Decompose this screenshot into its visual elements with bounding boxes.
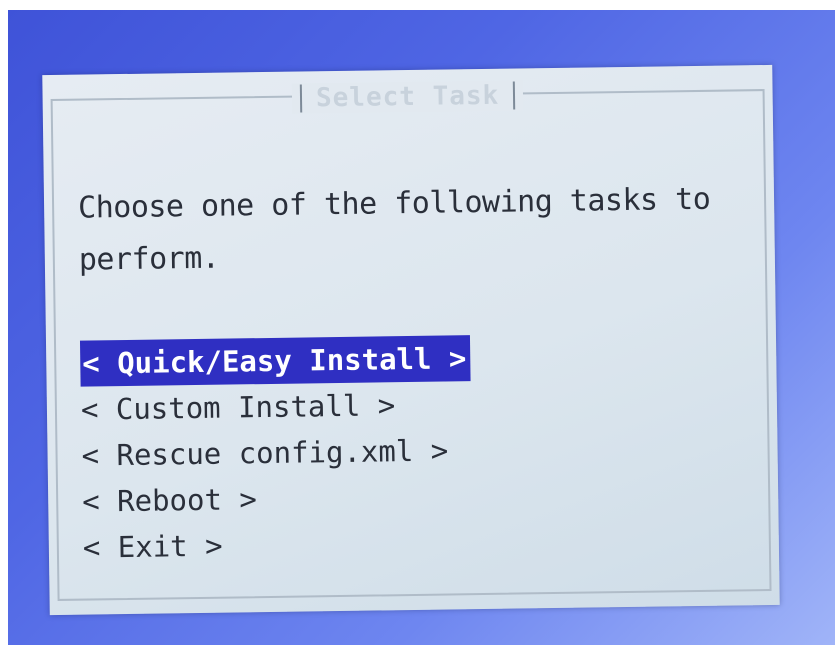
menu-item-custom-install[interactable]: < Custom Install > [81, 381, 472, 432]
dialog-title-bar: Select Task [291, 80, 524, 114]
menu-item-quick-easy-install[interactable]: < Quick/Easy Install > [79, 335, 471, 387]
title-right-tick [512, 81, 516, 110]
menu-row-quick-easy-install: < Quick/Easy Install > [79, 335, 471, 387]
select-task-dialog: Select Task Choose one of the following … [42, 64, 780, 616]
menu-item-rescue-config[interactable]: < Rescue config.xml > [81, 427, 472, 478]
menu-item-exit[interactable]: < Exit > [83, 519, 474, 570]
dialog-title: Select Task [315, 80, 500, 114]
task-menu: < Quick/Easy Install > < Custom Install … [79, 335, 474, 570]
dialog-prompt: Choose one of the following tasks to per… [77, 181, 711, 278]
menu-item-reboot[interactable]: < Reboot > [82, 473, 473, 524]
screen-background: Select Task Choose one of the following … [8, 10, 835, 645]
